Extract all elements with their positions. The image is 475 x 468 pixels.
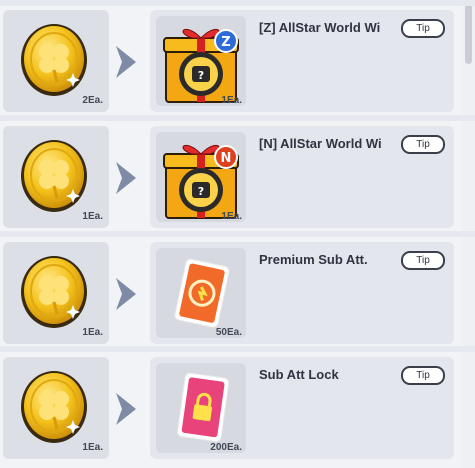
svg-text:Z: Z: [221, 35, 230, 50]
exchange-arrow-icon: [112, 391, 140, 427]
row-divider: [0, 231, 475, 237]
svg-text:N: N: [221, 151, 232, 166]
z-allstar-gift-box-icon: Z: [156, 16, 246, 106]
tip-button[interactable]: Tip: [401, 366, 445, 385]
reward-thumbnail[interactable]: 200Ea.: [156, 363, 246, 453]
exchange-arrow-icon: [112, 44, 140, 80]
sub-att-lock-card-icon: [177, 372, 230, 442]
cost-slot: 2Ea.: [3, 10, 109, 112]
cost-slot: 1Ea.: [3, 357, 109, 459]
exchange-arrow-icon: [112, 276, 140, 312]
reward-quantity: 1Ea.: [221, 95, 242, 106]
n-allstar-gift-box-icon: N: [156, 132, 246, 222]
reward-quantity: 200Ea.: [210, 442, 242, 453]
reward-title: Premium Sub Att.: [259, 252, 368, 267]
reward-title: [Z] AllStar World Wi: [259, 20, 381, 35]
cost-slot: 1Ea.: [3, 126, 109, 228]
reward-quantity: 50Ea.: [215, 327, 242, 338]
cost-slot: 1Ea.: [3, 242, 109, 344]
scrollbar-thumb[interactable]: [465, 4, 472, 64]
reward-title: [N] AllStar World Wi: [259, 136, 382, 151]
exchange-arrow-icon: [112, 160, 140, 196]
gold-clover-coin-icon: [19, 367, 89, 445]
reward-panel: 200Ea. Sub Att Lock Tip: [150, 357, 454, 459]
row-divider: [0, 0, 475, 6]
premium-sub-att-card-icon: [174, 258, 230, 328]
row-divider: [0, 346, 475, 352]
reward-panel: N 1Ea. [N] AllStar World Wi Tip: [150, 126, 454, 228]
gold-clover-coin-icon: [19, 20, 89, 98]
cost-quantity: 1Ea.: [82, 327, 103, 338]
tip-button[interactable]: Tip: [401, 19, 445, 38]
cost-quantity: 1Ea.: [82, 211, 103, 222]
gold-clover-coin-icon: [19, 252, 89, 330]
reward-quantity: 1Ea.: [221, 211, 242, 222]
reward-panel: Z 1Ea. [Z] AllStar World Wi Tip: [150, 10, 454, 112]
gold-clover-coin-icon: [19, 136, 89, 214]
cost-quantity: 1Ea.: [82, 442, 103, 453]
row-divider: [0, 115, 475, 121]
reward-title: Sub Att Lock: [259, 367, 339, 382]
cost-quantity: 2Ea.: [82, 95, 103, 106]
tip-button[interactable]: Tip: [401, 251, 445, 270]
reward-thumbnail[interactable]: N 1Ea.: [156, 132, 246, 222]
reward-thumbnail[interactable]: Z 1Ea.: [156, 16, 246, 106]
reward-panel: 50Ea. Premium Sub Att. Tip: [150, 242, 454, 344]
tip-button[interactable]: Tip: [401, 135, 445, 154]
reward-thumbnail[interactable]: 50Ea.: [156, 248, 246, 338]
